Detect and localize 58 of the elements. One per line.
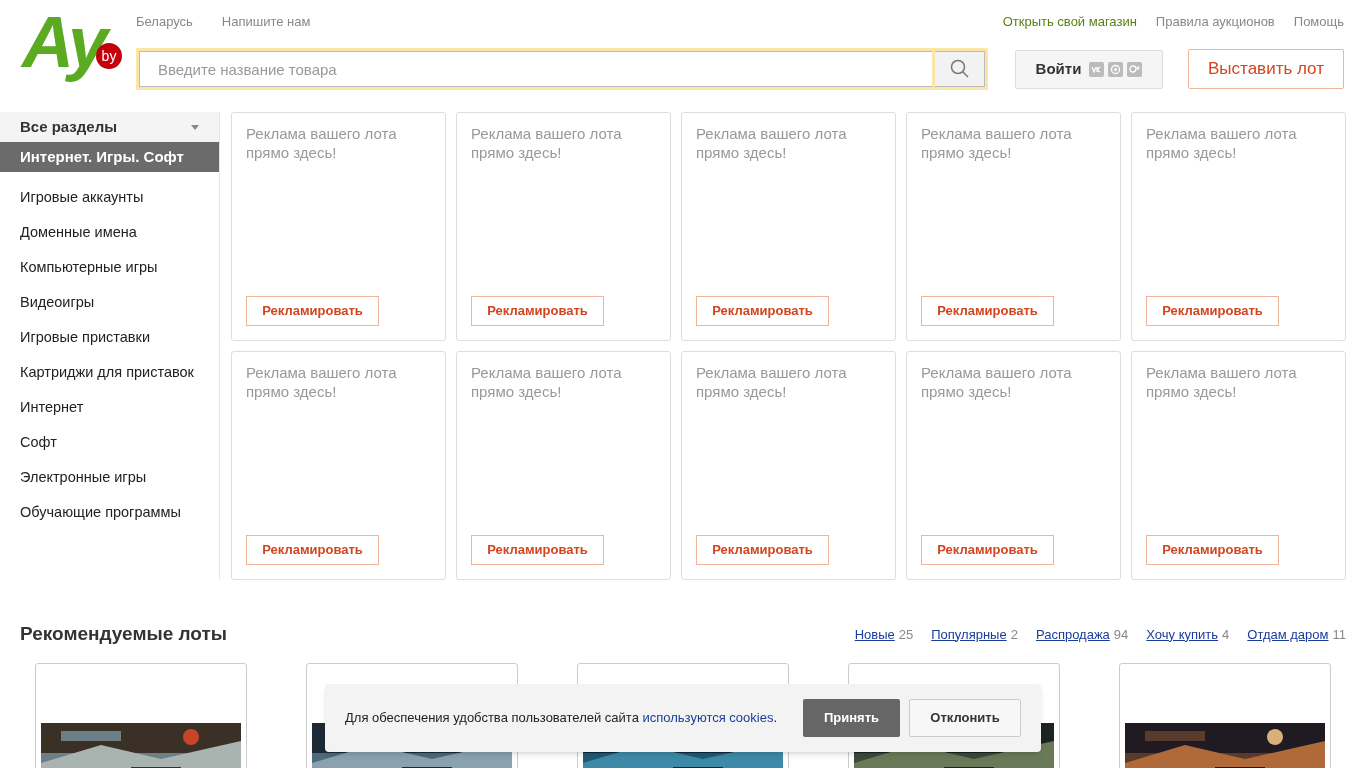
sidebar-item[interactable]: Интернет	[0, 390, 219, 425]
sidebar-item[interactable]: Интернет. Игры. Софт	[0, 142, 219, 172]
ad-text: Реклама вашего лота прямо здесь!	[1146, 124, 1298, 162]
top-link[interactable]: Помощь	[1293, 12, 1344, 36]
top-link[interactable]: Беларусь	[136, 12, 193, 36]
filter-count: 11	[1332, 625, 1346, 644]
ad-text: Реклама вашего лота прямо здесь!	[696, 124, 848, 162]
top-link[interactable]: Открыть свой магазин	[1002, 12, 1137, 36]
cookie-text: Для обеспечения удобства пользователей сайта используются cookies.	[345, 709, 779, 728]
sidebar-item[interactable]: Электронные игры	[0, 460, 219, 495]
search-button[interactable]	[935, 51, 985, 87]
filter-link[interactable]: Хочу купить	[1146, 624, 1219, 644]
sidebar-item[interactable]: Видеоигры	[0, 285, 219, 320]
ad-text: Реклама вашего лота прямо здесь!	[921, 363, 1073, 401]
filter-link[interactable]: Распродажа	[1035, 624, 1110, 644]
filter-count: 2	[1010, 625, 1018, 644]
section-title: Рекомендуемые лоты	[20, 622, 227, 646]
filter-count: 94	[1113, 625, 1129, 644]
advertise-button[interactable]: Рекламировать	[1146, 296, 1279, 326]
filter-link[interactable]: Популярные	[931, 624, 1007, 644]
ad-text: Реклама вашего лота прямо здесь!	[921, 124, 1073, 162]
ad-text: Реклама вашего лота прямо здесь!	[471, 124, 623, 162]
filter-link[interactable]: Новые	[854, 624, 895, 644]
filter-link[interactable]: Отдам даром	[1247, 624, 1329, 644]
filter-count: 4	[1222, 625, 1230, 644]
ad-text: Реклама вашего лота прямо здесь!	[1146, 363, 1298, 401]
sidebar-item[interactable]: Игровые приставки	[0, 320, 219, 355]
advertise-button[interactable]: Рекламировать	[696, 296, 829, 326]
advertise-button[interactable]: Рекламировать	[921, 296, 1054, 326]
decline-button[interactable]: Отклонить	[909, 699, 1021, 737]
sell-button[interactable]: Выставить лот	[1188, 49, 1344, 89]
advertise-button[interactable]: Рекламировать	[246, 535, 379, 565]
search-icon	[949, 59, 970, 79]
top-link[interactable]: Напишите нам	[221, 12, 311, 36]
search-field[interactable]: Введите название товара	[139, 51, 935, 87]
ad-text: Реклама вашего лота прямо здесь!	[246, 363, 398, 401]
all-sections-dropdown[interactable]: Все разделы	[0, 112, 219, 142]
caret-icon	[191, 124, 199, 130]
advertise-button[interactable]: Рекламировать	[246, 296, 379, 326]
top-link[interactable]: Правила аукционов	[1155, 12, 1275, 36]
accept-button[interactable]: Принять	[803, 699, 900, 737]
filter-count: 25	[898, 625, 914, 644]
sidebar-item[interactable]: Картриджи для приставок	[0, 355, 219, 390]
advertise-button[interactable]: Рекламировать	[1146, 535, 1279, 565]
advertise-button[interactable]: Рекламировать	[471, 535, 604, 565]
advertise-button[interactable]: Рекламировать	[921, 535, 1054, 565]
lot-card[interactable]	[1119, 662, 1331, 768]
sidebar-item[interactable]: Игровые аккаунты	[0, 180, 219, 215]
sidebar-item[interactable]: Доменные имена	[0, 215, 219, 250]
ad-text: Реклама вашего лота прямо здесь!	[471, 363, 623, 401]
sidebar-item[interactable]: Обучающие программы	[0, 495, 219, 530]
lot-card[interactable]	[35, 662, 247, 768]
ad-text: Реклама вашего лота прямо здесь!	[696, 363, 848, 401]
sidebar-item[interactable]: Софт	[0, 425, 219, 460]
advertise-button[interactable]: Рекламировать	[471, 296, 604, 326]
ad-text: Реклама вашего лота прямо здесь!	[246, 124, 398, 162]
advertise-button[interactable]: Рекламировать	[696, 535, 829, 565]
sidebar-item[interactable]: Компьютерные игры	[0, 250, 219, 285]
